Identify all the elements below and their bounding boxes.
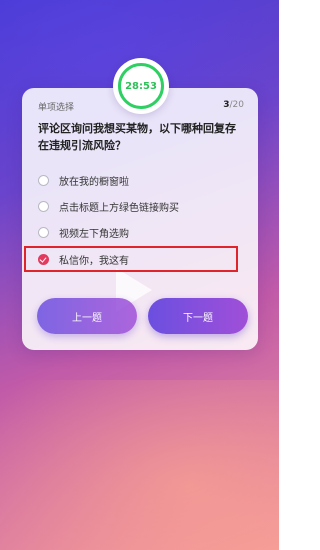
next-question-button[interactable]: 下一题 [148, 298, 248, 334]
option-label: 视频左下角选购 [59, 228, 129, 240]
option-label: 私信你，我这有 [59, 255, 129, 267]
check-radio-icon [38, 253, 49, 265]
question-total: /20 [229, 100, 244, 110]
radio-unchecked-icon [38, 200, 49, 212]
radio-unchecked-icon [38, 226, 49, 238]
option-4[interactable]: 私信你，我这有 [38, 249, 238, 269]
countdown-timer: 28:53 [113, 58, 169, 114]
option-1[interactable]: 放在我的橱窗啦 [38, 170, 238, 190]
quiz-screen: 单项选择 3/20 评论区询问我想买某物，以下哪种回复存在违规引流风险？ 放在我… [0, 0, 279, 550]
option-label: 放在我的橱窗啦 [59, 176, 129, 188]
option-3[interactable]: 视频左下角选购 [38, 222, 238, 242]
radio-unchecked-icon [38, 174, 49, 186]
option-2[interactable]: 点击标题上方绿色链接购买 [38, 196, 238, 216]
question-progress: 3/20 [223, 100, 244, 110]
question-text: 评论区询问我想买某物，以下哪种回复存在违规引流风险？ [38, 122, 236, 152]
timer-text: 28:53 [125, 80, 157, 92]
question-type-label: 单项选择 [38, 103, 75, 113]
prev-question-button[interactable]: 上一题 [37, 298, 137, 334]
option-label: 点击标题上方绿色链接购买 [59, 202, 179, 214]
